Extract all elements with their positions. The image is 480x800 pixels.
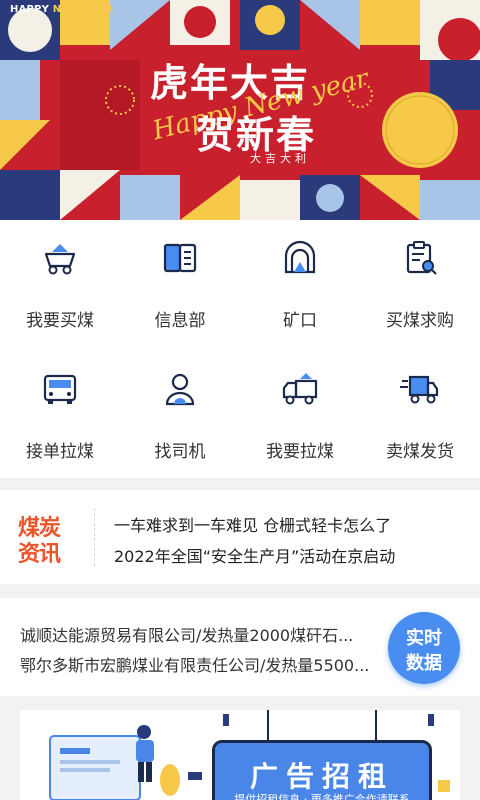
ad-board: 广告招租 提供招租信息 · 更多推广合作请联系	[212, 740, 432, 800]
book-icon	[163, 243, 197, 273]
mine-entrance-icon	[284, 240, 316, 274]
grid-item-buy-coal[interactable]: 我要买煤	[0, 220, 120, 345]
grid-item-find-driver[interactable]: 找司机	[120, 351, 240, 476]
realtime-item[interactable]: 诚顺达能源贸易有限公司/发热量2000煤矸石...	[20, 622, 375, 646]
ad-banner[interactable]: 广告招租 提供招租信息 · 更多推广合作请联系	[20, 710, 460, 800]
realtime-data-button[interactable]: 实时 数据	[388, 612, 460, 684]
app-page: HAPPY NEW YEAR 虎年大吉 Happy New year 贺新春 大…	[0, 0, 480, 800]
grid-item-buy-request[interactable]: 买煤求购	[360, 220, 480, 345]
grid-item-label: 矿口	[283, 311, 317, 331]
grid-item-haul-coal[interactable]: 我要拉煤	[240, 351, 360, 476]
news-divider	[94, 508, 95, 566]
grid-item-label: 卖煤发货	[386, 442, 454, 462]
banner-small-text: 大吉大利	[250, 152, 310, 165]
realtime-item[interactable]: 鄂尔多斯市宏鹏煤业有限责任公司/发热量5500...	[20, 652, 375, 676]
dump-truck-icon	[282, 373, 318, 405]
grid-item-info-dept[interactable]: 信息部	[120, 220, 240, 345]
grid-item-label: 找司机	[154, 442, 206, 462]
coal-cart-icon	[44, 244, 76, 275]
truck-front-icon	[43, 374, 77, 404]
coal-news-logo: 煤炭 资讯	[18, 516, 61, 567]
realtime-panel: 诚顺达能源贸易有限公司/发热量2000煤矸石... 鄂尔多斯市宏鹏煤业有限责任公…	[0, 598, 480, 696]
grid-item-sell-ship[interactable]: 卖煤发货	[360, 351, 480, 476]
grid-item-mine[interactable]: 矿口	[240, 220, 360, 345]
new-year-banner[interactable]: HAPPY NEW YEAR 虎年大吉 Happy New year 贺新春 大…	[0, 0, 480, 220]
ad-subtitle: 提供招租信息 · 更多推广合作请联系	[234, 793, 410, 800]
driver-icon	[165, 373, 195, 406]
grid-item-take-order[interactable]: 接单拉煤	[0, 351, 120, 476]
ad-title: 广告招租	[249, 760, 394, 793]
news-item[interactable]: 2022年全国“安全生产月”活动在京启动	[114, 543, 395, 567]
delivery-truck-icon	[400, 375, 439, 404]
grid-item-label: 买煤求购	[386, 311, 454, 331]
clipboard-search-icon	[406, 241, 437, 275]
coal-news-panel: 煤炭 资讯 一车难求到一车难见 仓栅式轻卡怎么了 2022年全国“安全生产月”活…	[0, 490, 480, 584]
grid-item-label: 接单拉煤	[26, 442, 94, 462]
feature-grid: 我要买煤 信息部 矿口 买煤求购 接单拉煤 找司机 我要拉煤 卖煤发货	[0, 220, 480, 478]
grid-item-label: 我要拉煤	[266, 442, 334, 462]
grid-item-label: 信息部	[154, 311, 206, 331]
news-item[interactable]: 一车难求到一车难见 仓栅式轻卡怎么了	[114, 512, 391, 536]
grid-item-label: 我要买煤	[26, 311, 94, 331]
happy-new-year-tag: HAPPY NEW YEAR	[10, 4, 114, 15]
